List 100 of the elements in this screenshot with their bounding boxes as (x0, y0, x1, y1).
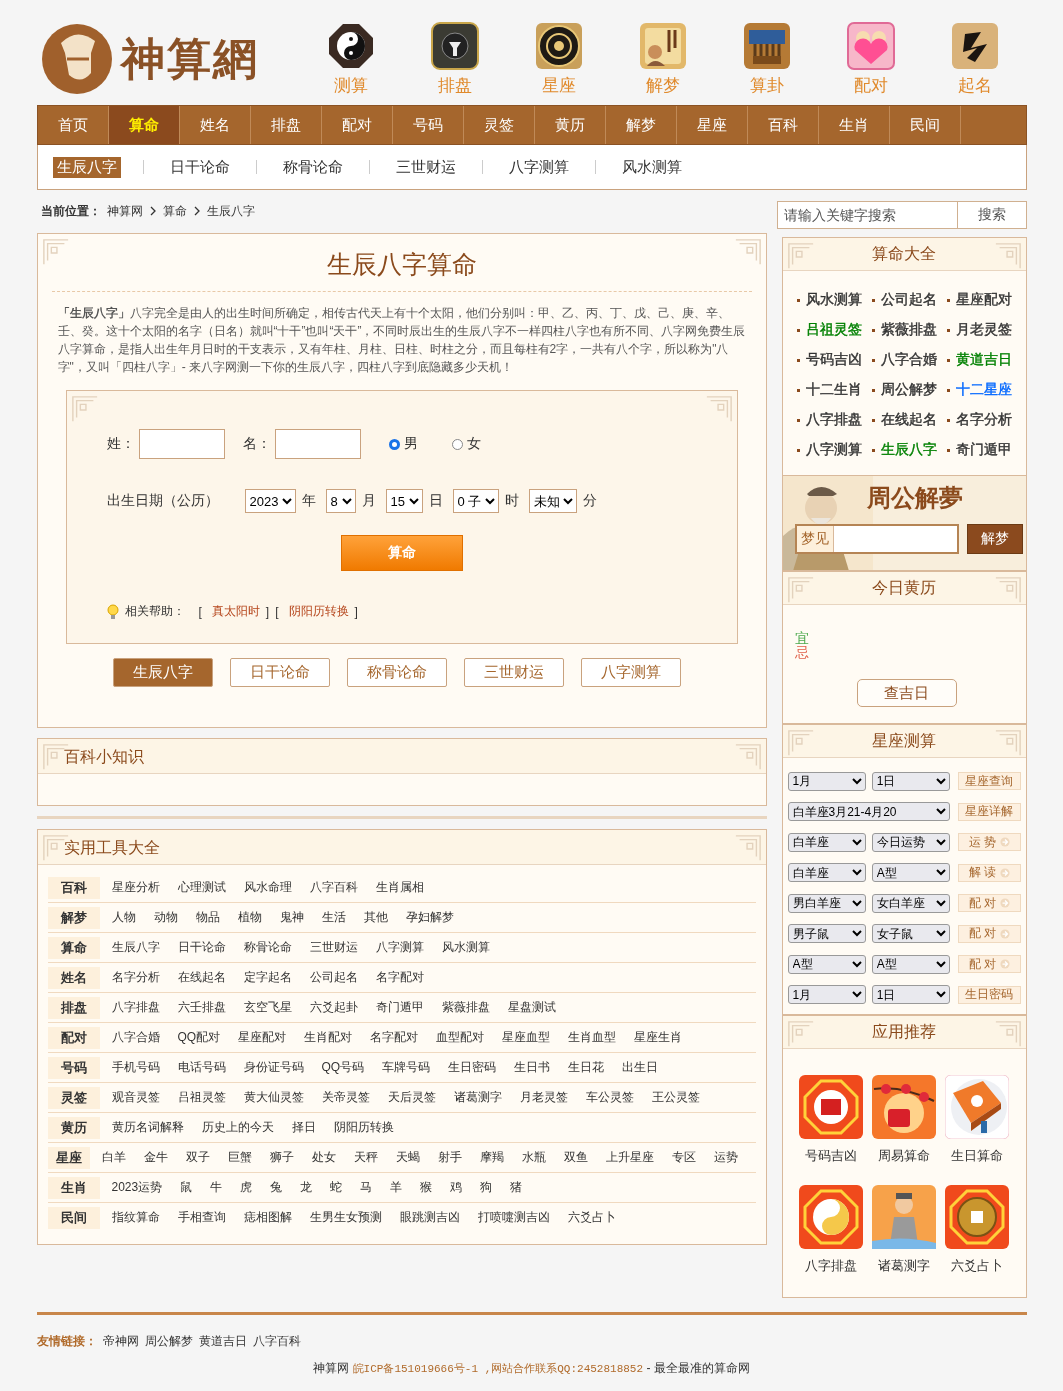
fortune-link[interactable]: 号码吉凶 (805, 351, 862, 369)
tool-link[interactable]: 蛇 (330, 1179, 343, 1196)
tool-link[interactable]: 黄大仙灵签 (243, 1089, 304, 1106)
surname-field[interactable] (138, 429, 225, 459)
tool-link[interactable]: 手相查询 (177, 1209, 226, 1226)
tool-link[interactable]: 择日 (291, 1119, 316, 1136)
nav-tab[interactable]: 黄历 (534, 106, 606, 144)
breadcrumb-link[interactable]: 生辰八字 (206, 202, 255, 220)
date-dropdown[interactable]: 15 (385, 489, 423, 513)
fortune-link[interactable]: 风水测算 (805, 291, 862, 309)
tool-link[interactable]: 星座生肖 (634, 1029, 683, 1046)
tool-link[interactable]: 在线起名 (177, 969, 226, 986)
app-label[interactable]: 诸葛测字 (878, 1257, 930, 1275)
nav-tab[interactable]: 民间 (889, 106, 961, 144)
breadcrumb-link[interactable]: 神算网 (106, 202, 143, 220)
app-label[interactable]: 周易算命 (878, 1147, 930, 1165)
tool-link[interactable]: 奇门遁甲 (375, 999, 424, 1016)
horoscope-button[interactable]: 配 对 (957, 924, 1021, 943)
tool-link[interactable]: 动物 (153, 909, 178, 926)
friend-link[interactable]: 八字百科 (252, 1333, 301, 1350)
fortune-link[interactable]: 十二生肖 (805, 381, 862, 399)
horoscope-dropdown[interactable]: 女白羊座 (871, 893, 950, 913)
sage-scroll-icon[interactable] (638, 21, 687, 70)
tool-link[interactable]: 六爻起卦 (309, 999, 358, 1016)
horoscope-dropdown[interactable]: A型 (787, 954, 866, 974)
horoscope-button[interactable]: 星座查询 (957, 772, 1021, 791)
tool-link[interactable]: 电话号码 (177, 1059, 226, 1076)
tool-link[interactable]: 定字起名 (243, 969, 292, 986)
horoscope-dropdown[interactable]: 白羊座 (787, 863, 866, 883)
tool-link[interactable]: 龙 (300, 1179, 313, 1196)
tool-link[interactable]: 人物 (111, 909, 136, 926)
tool-link[interactable]: 八字排盘 (111, 999, 160, 1016)
tool-link[interactable]: 月老灵签 (519, 1089, 568, 1106)
nav-tab[interactable]: 排盘 (250, 106, 322, 144)
tool-link[interactable]: 处女 (311, 1149, 336, 1166)
friend-link[interactable]: 黄道吉日 (198, 1333, 247, 1350)
sage-figure-icon[interactable] (872, 1185, 936, 1249)
tool-link[interactable]: 名字分析 (111, 969, 160, 986)
tool-link[interactable]: 名字配对 (370, 1029, 419, 1046)
fortune-link[interactable]: 紫薇排盘 (880, 321, 937, 339)
tool-link[interactable]: 狮子 (269, 1149, 294, 1166)
tool-link[interactable]: 眼跳测吉凶 (399, 1209, 460, 1226)
tool-link[interactable]: 孕妇解梦 (405, 909, 454, 926)
nav-tab[interactable]: 号码 (392, 106, 464, 144)
tool-link[interactable]: 日干论命 (177, 939, 226, 956)
tool-link[interactable]: 运势 (713, 1149, 738, 1166)
tool-link[interactable]: 吕祖灵签 (177, 1089, 226, 1106)
subnav-tab[interactable]: 生辰八字 (52, 156, 121, 178)
tool-tab[interactable]: 生辰八字 (112, 658, 213, 687)
tool-link[interactable]: 称骨论命 (243, 939, 292, 956)
tool-link[interactable]: 关帝灵签 (321, 1089, 370, 1106)
fortune-link[interactable]: 周公解梦 (880, 381, 937, 399)
horoscope-dropdown[interactable]: A型 (871, 954, 950, 974)
tool-link[interactable]: 兔 (270, 1179, 283, 1196)
fortune-link[interactable]: 八字合婚 (880, 351, 937, 369)
tool-link[interactable]: 身份证号码 (243, 1059, 304, 1076)
nav-tab[interactable]: 首页 (37, 106, 109, 144)
subnav-tab[interactable]: 日干论命 (165, 156, 234, 178)
horoscope-dropdown[interactable]: 白羊座 (787, 832, 866, 852)
tool-link[interactable]: 2023运势 (111, 1179, 163, 1196)
horoscope-button[interactable]: 配 对 (957, 894, 1021, 913)
tool-link[interactable]: 天秤 (353, 1149, 378, 1166)
fortune-link[interactable]: 月老灵签 (955, 321, 1012, 339)
tool-link[interactable]: 六壬排盘 (177, 999, 226, 1016)
tool-tab[interactable]: 日干论命 (229, 658, 330, 687)
fortune-link[interactable]: 吕祖灵签 (805, 321, 862, 339)
fortune-link[interactable]: 在线起名 (880, 411, 937, 429)
dream-button[interactable]: 解梦 (966, 524, 1023, 554)
fortune-link[interactable]: 名字分析 (955, 411, 1012, 429)
tool-link[interactable]: 生肖属相 (375, 879, 424, 896)
horoscope-dropdown[interactable]: A型 (871, 863, 950, 883)
horoscope-dropdown[interactable]: 1月 (787, 985, 866, 1005)
horoscope-dropdown[interactable]: 女子鼠 (871, 924, 950, 944)
tool-link[interactable]: 八字测算 (375, 939, 424, 956)
tool-link[interactable]: 虎 (240, 1179, 253, 1196)
tool-link[interactable]: 车公灵签 (585, 1089, 634, 1106)
tool-link[interactable]: 水瓶 (521, 1149, 546, 1166)
fortune-link[interactable]: 生辰八字 (880, 441, 937, 459)
tool-link[interactable]: 生肖配对 (304, 1029, 353, 1046)
tool-link[interactable]: 心理测试 (177, 879, 226, 896)
given-name-field[interactable] (274, 429, 361, 459)
horoscope-dropdown[interactable]: 1日 (871, 985, 950, 1005)
tool-link[interactable]: 星盘测试 (507, 999, 556, 1016)
icp-link[interactable]: 皖ICP备151019666号-1 ,网站合作联系QQ:2452818852 (352, 1363, 644, 1375)
tool-link[interactable]: 八字百科 (309, 879, 358, 896)
nav-tab[interactable]: 配对 (321, 106, 393, 144)
horoscope-button[interactable]: 星座详解 (957, 802, 1021, 821)
nav-tab[interactable]: 解梦 (605, 106, 677, 144)
breadcrumb-link[interactable]: 算命 (162, 202, 187, 220)
fortune-link[interactable]: 公司起名 (880, 291, 937, 309)
tool-link[interactable]: 专区 (671, 1149, 696, 1166)
tool-link[interactable]: 星座配对 (238, 1029, 287, 1046)
tool-link[interactable]: 生男生女预测 (309, 1209, 382, 1226)
dream-search-field[interactable]: 梦见 (794, 524, 959, 554)
date-dropdown[interactable]: 未知 (528, 489, 577, 513)
tool-tab[interactable]: 称骨论命 (346, 658, 447, 687)
tool-link[interactable]: 牛 (210, 1179, 223, 1196)
horoscope-dropdown[interactable]: 男子鼠 (787, 924, 866, 944)
friend-link[interactable]: 帝神网 (102, 1333, 139, 1350)
tool-link[interactable]: 物品 (195, 909, 220, 926)
